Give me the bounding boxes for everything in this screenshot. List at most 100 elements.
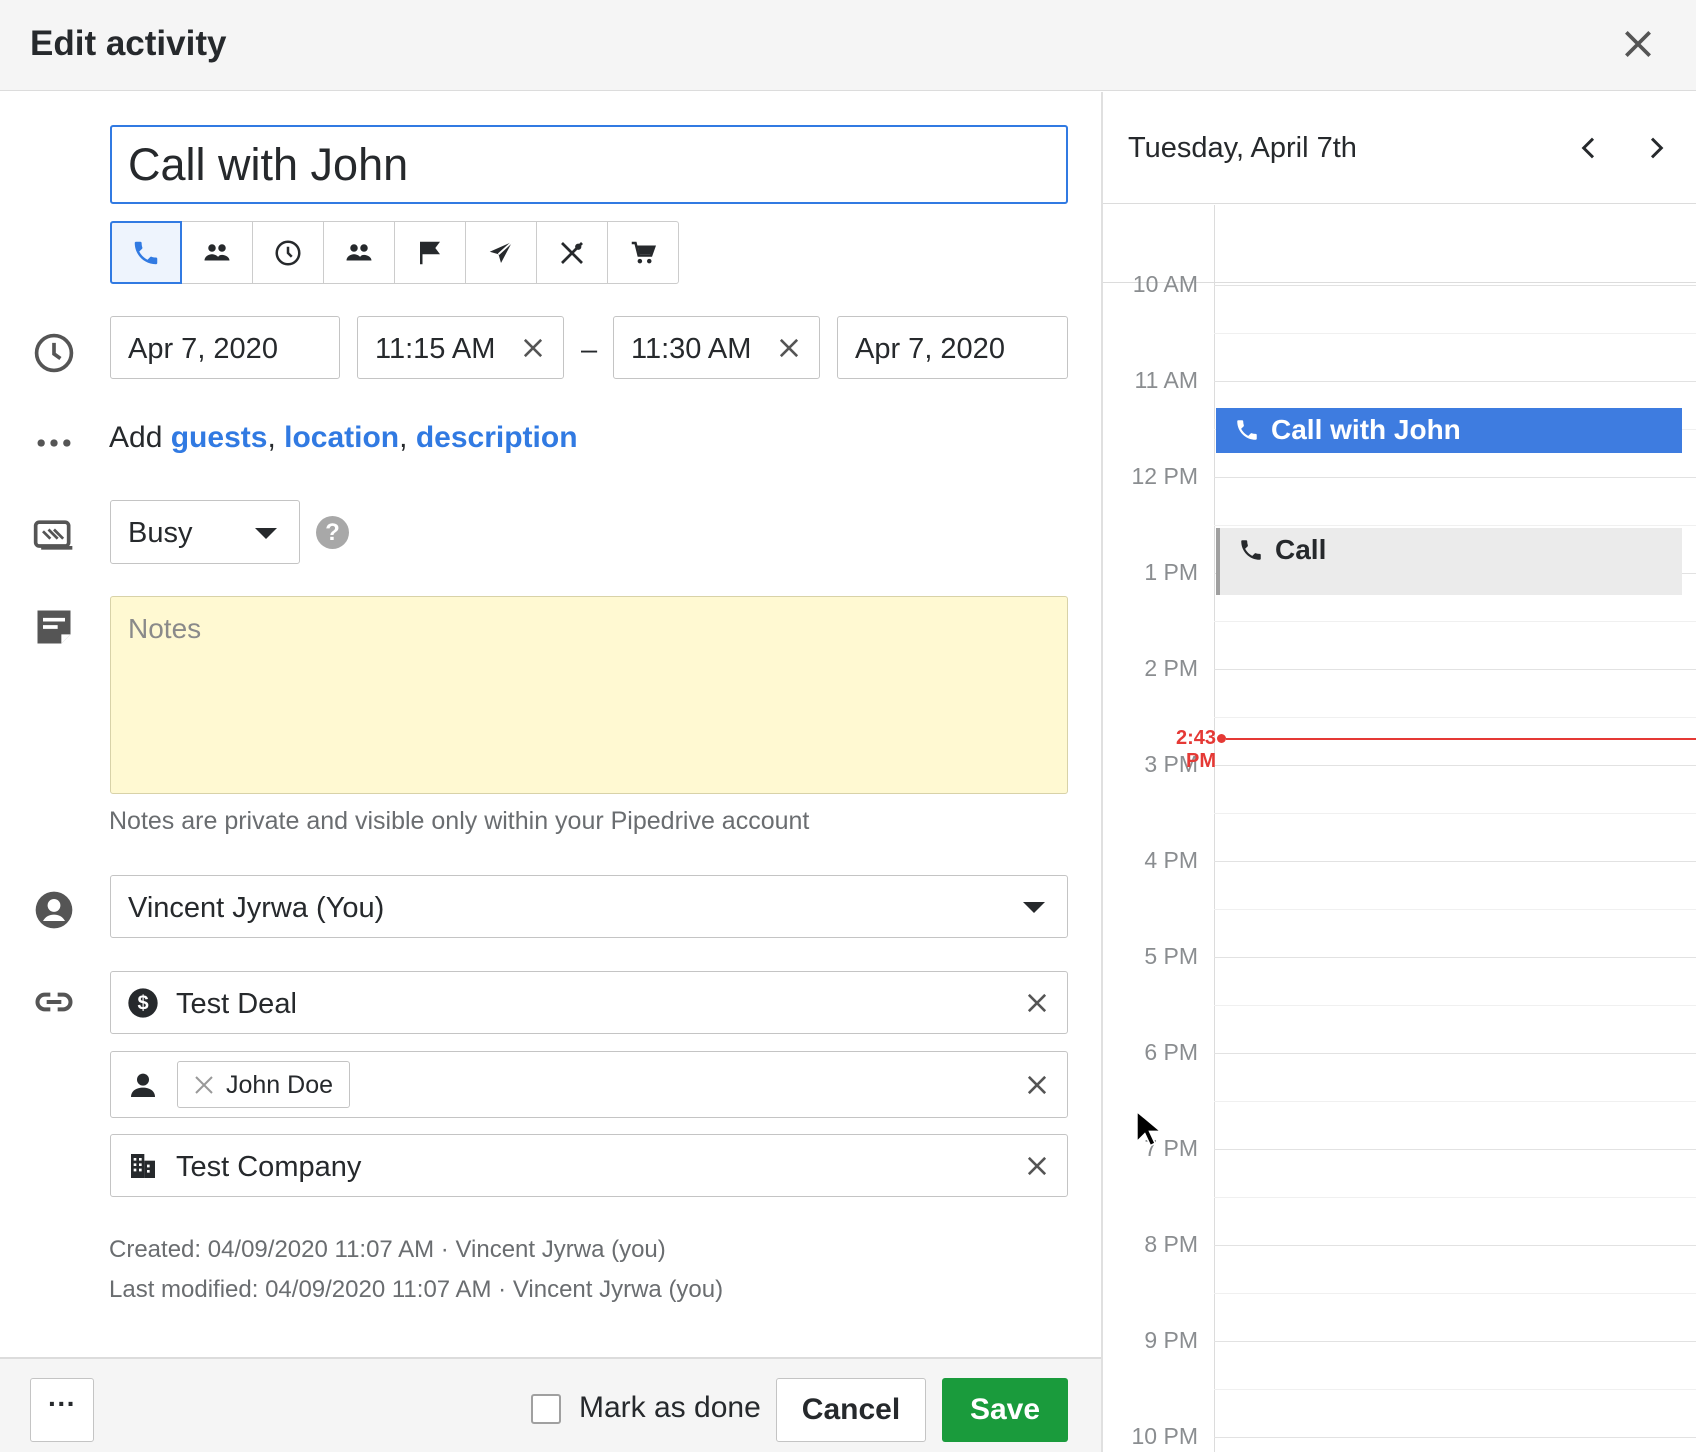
- remove-deal-icon[interactable]: [1023, 989, 1051, 1017]
- calendar-event-title: Call with John: [1271, 414, 1461, 445]
- chevron-right-icon[interactable]: [1640, 132, 1672, 164]
- add-sep: ,: [399, 421, 408, 454]
- activity-type-selector: [110, 221, 679, 284]
- hour-label: 8 PM: [1144, 1231, 1198, 1257]
- more-actions-button[interactable]: ···: [30, 1378, 94, 1442]
- call-icon: [1237, 420, 1257, 440]
- add-prefix: Add: [109, 421, 163, 454]
- type-cart-button[interactable]: [607, 221, 679, 284]
- utensils-icon: [561, 241, 583, 264]
- calendar-header: Tuesday, April 7th: [1103, 92, 1696, 204]
- help-icon[interactable]: ?: [316, 516, 349, 549]
- busy-free-select[interactable]: Busy: [110, 500, 300, 564]
- type-meeting-button[interactable]: [181, 221, 253, 284]
- start-time-value: 11:15 AM: [375, 333, 496, 365]
- cancel-button[interactable]: Cancel: [776, 1378, 926, 1442]
- hour-line: [1214, 957, 1696, 958]
- end-date-value: Apr 7, 2020: [855, 333, 1005, 365]
- hour-label: 12 PM: [1131, 463, 1198, 489]
- remove-chip-icon[interactable]: [192, 1073, 216, 1097]
- notes-textarea[interactable]: Notes: [110, 596, 1068, 794]
- link-icon: [35, 992, 73, 1012]
- type-email-button[interactable]: [465, 221, 537, 284]
- type-deadline-button[interactable]: [394, 221, 466, 284]
- hour-label: 4 PM: [1144, 847, 1198, 873]
- hour-line: [1214, 1341, 1696, 1342]
- calendar-event[interactable]: Call: [1216, 528, 1682, 596]
- type-call-button[interactable]: [110, 221, 182, 284]
- half-hour-line: [1214, 525, 1696, 526]
- type-lunch-button[interactable]: [536, 221, 608, 284]
- calendar-day-view[interactable]: 10 AM 11 AM 12 PM 1 PM 2 PM 3 PM 4 PM 5 PM 6 PM 7…: [1103, 205, 1696, 1452]
- hour-line: [1214, 669, 1696, 670]
- mark-done-label[interactable]: Mark as done: [579, 1391, 761, 1425]
- hour-line: [1214, 477, 1696, 478]
- more-dots-icon: [37, 439, 71, 447]
- end-time-value: 11:30 AM: [631, 333, 752, 365]
- mark-done-checkbox[interactable]: [531, 1394, 561, 1424]
- half-hour-line: [1214, 1293, 1696, 1294]
- dollar-icon: $: [128, 988, 158, 1018]
- call-icon: [1241, 540, 1261, 560]
- save-button[interactable]: Save: [942, 1378, 1068, 1442]
- call-icon: [134, 241, 158, 264]
- flag-icon: [420, 241, 440, 264]
- start-date-field[interactable]: Apr 7, 2020: [110, 316, 340, 379]
- calendar-event[interactable]: Call with John: [1216, 408, 1682, 454]
- hour-label: 11 AM: [1134, 367, 1199, 393]
- modified-info: Last modified: 04/09/2020 11:07 AM · Vin…: [109, 1276, 724, 1303]
- half-hour-line: [1214, 813, 1696, 814]
- hour-line: [1214, 1245, 1696, 1246]
- person-chip[interactable]: John Doe: [177, 1061, 351, 1108]
- type-people-button[interactable]: [323, 221, 395, 284]
- current-time-line: [1226, 737, 1696, 740]
- hour-line: [1214, 765, 1696, 766]
- clock-icon: [34, 333, 74, 373]
- half-hour-line: [1214, 1005, 1696, 1006]
- hour-label: 6 PM: [1144, 1039, 1198, 1065]
- remove-person-icon[interactable]: [1023, 1071, 1051, 1099]
- add-guests-link[interactable]: guests: [171, 421, 268, 454]
- current-time-dot: [1217, 733, 1226, 743]
- hour-label: 1 PM: [1144, 559, 1198, 585]
- calendar-event-title: Call: [1275, 534, 1327, 565]
- notes-hint: Notes are private and visible only withi…: [109, 807, 810, 835]
- add-description-link[interactable]: description: [416, 421, 578, 454]
- clear-end-time-icon[interactable]: [775, 334, 803, 362]
- dialog-title: Edit activity: [30, 24, 227, 63]
- half-hour-line: [1214, 909, 1696, 910]
- remove-organization-icon[interactable]: [1023, 1152, 1051, 1180]
- start-time-field[interactable]: 11:15 AM: [357, 316, 564, 379]
- subject-input[interactable]: Call with John: [110, 125, 1068, 204]
- type-task-button[interactable]: [252, 221, 324, 284]
- person-field[interactable]: John Doe: [110, 1051, 1068, 1118]
- clear-start-time-icon[interactable]: [519, 334, 547, 362]
- meeting-icon: [204, 243, 230, 260]
- cart-icon: [631, 241, 657, 263]
- organization-field[interactable]: Test Company: [110, 1134, 1068, 1197]
- current-time-label: 2:43 PM: [1175, 726, 1216, 772]
- hour-line: [1214, 381, 1696, 382]
- half-hour-line: [1214, 621, 1696, 622]
- chevron-down-icon: [1023, 902, 1045, 913]
- deal-field[interactable]: $ Test Deal: [110, 971, 1068, 1034]
- end-date-field[interactable]: Apr 7, 2020: [837, 316, 1068, 379]
- chevron-down-icon: [255, 528, 277, 539]
- add-location-link[interactable]: location: [284, 421, 399, 454]
- hour-line: [1214, 861, 1696, 862]
- end-time-field[interactable]: 11:30 AM: [613, 316, 820, 379]
- hour-label: 9 PM: [1144, 1327, 1198, 1353]
- hour-label: 5 PM: [1144, 943, 1198, 969]
- hour-line: [1214, 285, 1696, 286]
- organization-value: Test Company: [176, 1151, 362, 1183]
- clock-icon: [275, 240, 301, 265]
- close-icon[interactable]: [1618, 24, 1658, 64]
- chevron-left-icon[interactable]: [1573, 132, 1605, 164]
- owner-select[interactable]: Vincent Jyrwa (You): [110, 875, 1068, 938]
- people-icon: [346, 243, 372, 260]
- hour-label: 10 AM: [1132, 271, 1198, 297]
- half-hour-line: [1214, 333, 1696, 334]
- hour-line: [1214, 1149, 1696, 1150]
- hour-label: 2 PM: [1144, 655, 1198, 681]
- owner-value: Vincent Jyrwa (You): [128, 892, 385, 924]
